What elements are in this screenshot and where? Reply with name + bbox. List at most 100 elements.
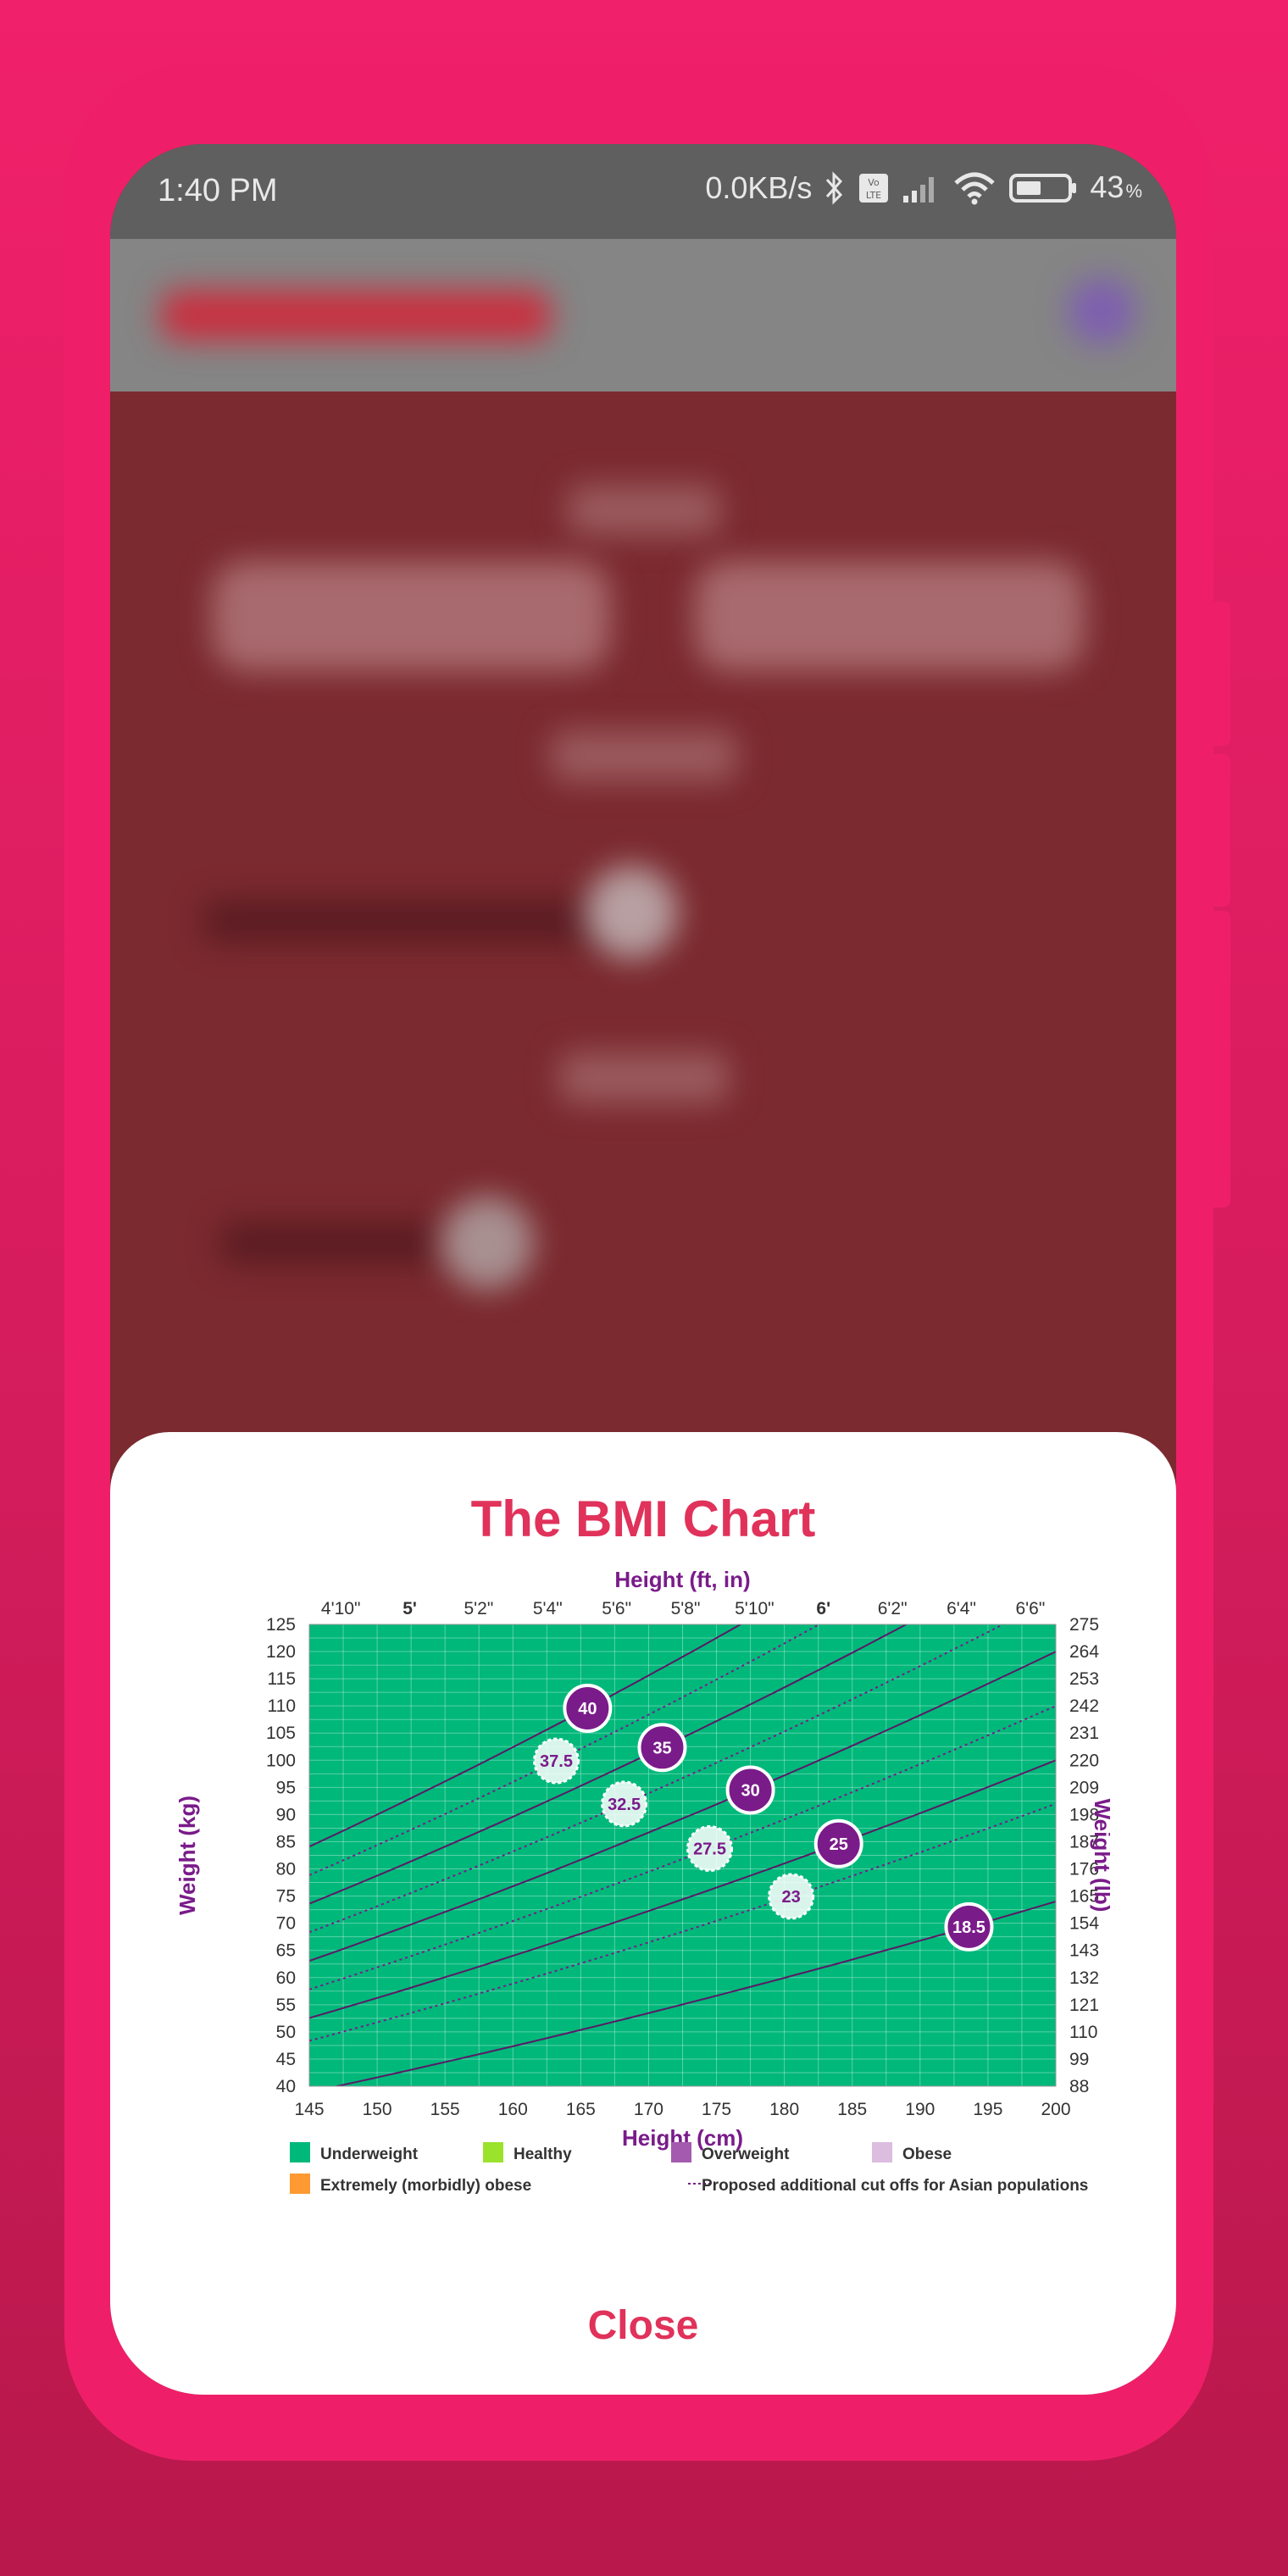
marker-label: 40 <box>578 1700 597 1718</box>
marker-label: 18.5 <box>952 1918 985 1937</box>
y-tick-right: 242 <box>1069 1696 1099 1716</box>
y-tick-left: 55 <box>276 1996 296 2015</box>
legend-item-overweight: Overweight <box>671 2142 790 2163</box>
x-tick: 190 <box>905 2100 935 2119</box>
battery-icon <box>1009 173 1077 203</box>
x-tick: 185 <box>837 2100 867 2119</box>
y-tick-right: 264 <box>1069 1642 1099 1662</box>
x-tick: 170 <box>634 2100 663 2119</box>
y-tick-left: 75 <box>276 1887 296 1907</box>
top-tick: 5'6" <box>602 1599 631 1618</box>
y-tick-left: 100 <box>266 1751 296 1770</box>
bmi-marker-35: 35 <box>637 1723 687 1773</box>
dialog-title: The BMI Chart <box>470 1491 816 1547</box>
y-axis-label-left: Weight (kg) <box>178 1796 200 1915</box>
y-tick-right: 253 <box>1069 1669 1099 1689</box>
legend-swatch <box>671 2142 691 2162</box>
y-tick-left: 105 <box>266 1724 296 1743</box>
bmi-marker-25: 25 <box>813 1818 863 1868</box>
bmi-marker-27-5: 27.5 <box>686 1825 734 1873</box>
power-button <box>1213 602 1230 746</box>
volume-up-button <box>1213 754 1230 907</box>
x-tick: 200 <box>1041 2100 1070 2119</box>
bmi-marker-40: 40 <box>563 1683 613 1733</box>
top-tick: 4'10" <box>321 1599 361 1618</box>
volte-icon: Vo LTE <box>859 173 889 203</box>
top-tick: 5'2" <box>464 1599 493 1618</box>
y-tick-right: 209 <box>1069 1778 1099 1797</box>
status-time: 1:40 PM <box>158 173 278 208</box>
y-tick-left: 85 <box>276 1832 296 1852</box>
legend-label: Overweight <box>702 2146 790 2163</box>
y-tick-left: 90 <box>276 1805 296 1824</box>
phone-screen: 1:40 PM 0.0KB/s Vo LTE 43% The BMI Chart… <box>110 144 1176 2395</box>
bluetooth-icon <box>826 170 843 205</box>
blurred-block <box>220 1222 441 1264</box>
close-button[interactable]: Close <box>558 2292 728 2360</box>
legend-item-proposed-additional-cut-offs-for-asian-populations: Proposed additional cut offs for Asian p… <box>688 2177 1088 2195</box>
blurred-block <box>585 866 678 959</box>
background-content <box>110 391 1176 1578</box>
y-tick-left: 125 <box>266 1615 296 1635</box>
y-axis-label-right: Weight (lb) <box>1090 1799 1110 1913</box>
bmi-marker-37-5: 37.5 <box>533 1737 580 1785</box>
blurred-block <box>568 485 720 536</box>
svg-text:LTE: LTE <box>866 190 881 201</box>
y-tick-left: 115 <box>268 1669 296 1689</box>
app-logo-blurred <box>161 290 551 341</box>
wifi-icon <box>954 172 996 204</box>
legend-swatch <box>290 2142 310 2162</box>
legend-swatch <box>290 2174 310 2194</box>
blurred-block <box>559 1052 729 1103</box>
plot-area <box>309 1624 1056 2086</box>
legend-label: Proposed additional cut offs for Asian p… <box>702 2177 1088 2195</box>
bmi-marker-32-5: 32.5 <box>601 1780 648 1828</box>
marker-label: 27.5 <box>693 1840 726 1859</box>
signal-icon <box>903 176 935 203</box>
y-tick-left: 50 <box>276 2023 296 2042</box>
top-tick: 5'10" <box>735 1599 774 1618</box>
y-tick-right: 231 <box>1069 1724 1099 1743</box>
blurred-block <box>212 561 610 671</box>
marker-label: 32.5 <box>608 1796 641 1814</box>
legend-item-extremely-morbidly-obese: Extremely (morbidly) obese <box>290 2174 531 2195</box>
marker-label: 35 <box>652 1739 671 1757</box>
legend-item-underweight: Underweight <box>290 2142 419 2163</box>
y-tick-right: 88 <box>1069 2077 1089 2096</box>
top-tick: 6' <box>816 1599 830 1618</box>
y-tick-left: 45 <box>276 2050 296 2069</box>
x-tick: 175 <box>702 2100 731 2119</box>
top-tick: 5'8" <box>671 1599 701 1618</box>
legend-label: Extremely (morbidly) obese <box>320 2177 531 2195</box>
blurred-block <box>551 730 737 781</box>
top-axis-label: Height (ft, in) <box>614 1568 750 1592</box>
bmi-marker-23: 23 <box>768 1873 815 1920</box>
top-tick: 5' <box>402 1599 417 1618</box>
y-tick-right: 132 <box>1069 1968 1099 1988</box>
y-tick-left: 95 <box>276 1778 296 1797</box>
battery-level: 43% <box>1090 169 1142 204</box>
marker-label: 25 <box>830 1835 848 1854</box>
y-tick-left: 40 <box>276 2077 296 2096</box>
x-tick: 165 <box>566 2100 596 2119</box>
app-bar-background <box>110 239 1176 391</box>
x-tick: 160 <box>498 2100 528 2119</box>
y-tick-left: 110 <box>268 1696 296 1716</box>
marker-label: 37.5 <box>540 1752 573 1771</box>
top-tick: 6'4" <box>947 1599 976 1618</box>
bmi-chart: 40 37.5 35 32.5 30 27.5 25 23 18.5 125 120 115 110 10… <box>178 1568 1110 2195</box>
bmi-marker-30: 30 <box>725 1765 775 1815</box>
legend-label: Obese <box>902 2146 952 2163</box>
bmi-chart-dialog: The BMI Chart 40 37.5 35 32.5 30 27.5 25 23 18.5… <box>110 1432 1176 2395</box>
svg-text:Vo: Vo <box>869 177 880 188</box>
y-tick-right: 220 <box>1069 1751 1099 1770</box>
legend-item-healthy: Healthy <box>483 2142 572 2163</box>
y-tick-right: 154 <box>1069 1914 1099 1934</box>
profile-avatar-blurred <box>1068 277 1135 345</box>
y-tick-left: 120 <box>266 1642 296 1662</box>
y-tick-left: 65 <box>276 1941 296 1961</box>
y-tick-right: 121 <box>1069 1996 1099 2015</box>
y-tick-left: 60 <box>276 1968 296 1988</box>
y-tick-right: 275 <box>1069 1615 1099 1635</box>
top-tick: 5'4" <box>533 1599 563 1618</box>
